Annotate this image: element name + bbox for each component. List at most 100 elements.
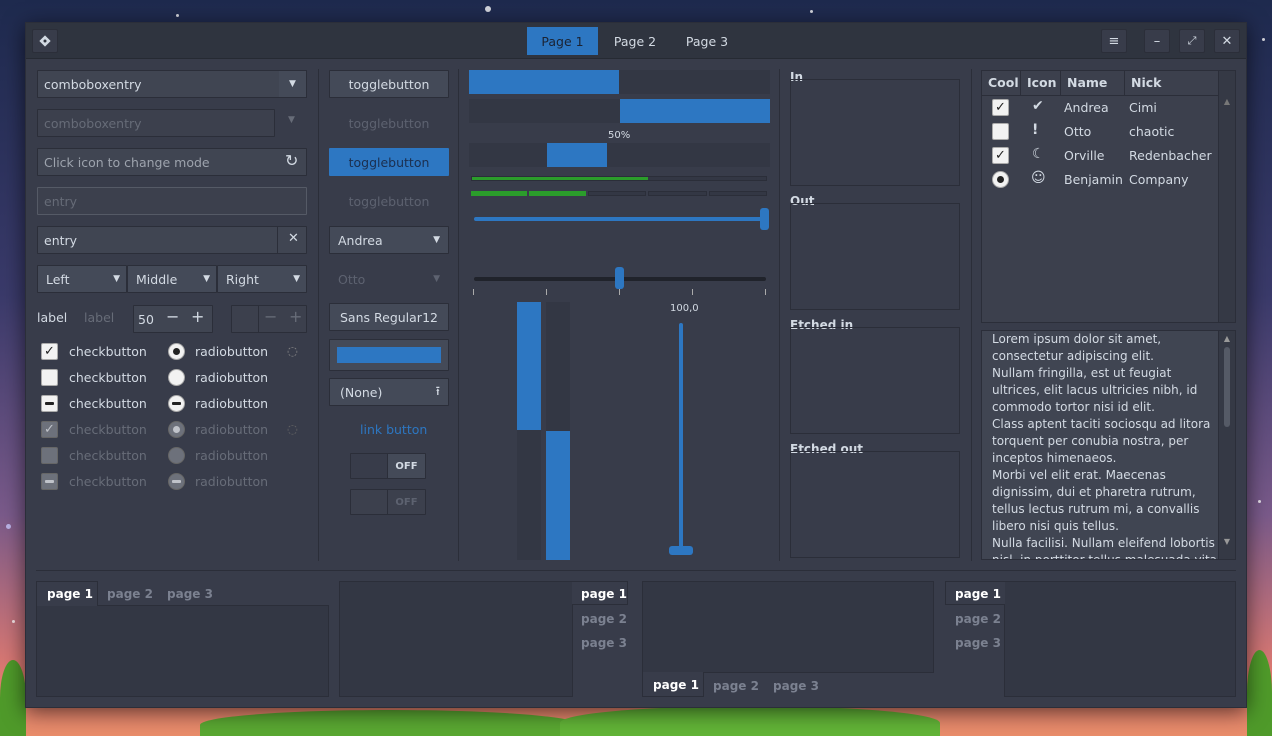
switch-off[interactable]: OFF <box>350 453 426 479</box>
notebook-tab-page-1[interactable]: page 1 <box>653 678 699 692</box>
radiobutton-label: radiobutton <box>195 344 269 359</box>
vertical-scale-handle[interactable] <box>669 546 693 555</box>
radio-selected[interactable] <box>168 343 185 360</box>
notebook-tab-page-2[interactable]: page 2 <box>955 612 1001 626</box>
notebook-tab-page-3[interactable]: page 3 <box>955 636 1001 650</box>
combobox-entry[interactable]: comboboxentry <box>37 70 307 98</box>
text-view-line: tellus lectus rutrum mi, a convallis <box>992 502 1200 516</box>
app-menu-button[interactable] <box>32 29 58 53</box>
vertical-scale[interactable] <box>679 323 683 551</box>
combobox-andrea[interactable]: Andrea ▼ <box>329 226 449 254</box>
radio-unselected[interactable] <box>168 369 185 386</box>
maximize-button[interactable]: ⤢ <box>1179 29 1205 53</box>
minus-icon: − <box>264 307 278 326</box>
tree-checkbox-checked[interactable]: ✓ <box>992 99 1009 116</box>
tab-page-1[interactable]: Page 1 <box>527 27 598 55</box>
segment-left[interactable]: Left ▼ <box>37 265 127 293</box>
segment-right[interactable]: Right ▼ <box>217 265 307 293</box>
color-button[interactable] <box>329 339 449 371</box>
label-disabled: label <box>84 310 115 325</box>
scale-slider-handle[interactable] <box>615 267 624 289</box>
notebook-tab-page-3[interactable]: page 3 <box>773 679 819 693</box>
plus-icon[interactable]: + <box>191 307 204 326</box>
radio-unselected-disabled <box>168 447 185 464</box>
notebook-tab-page-1[interactable]: page 1 <box>47 587 93 601</box>
notebook-top-pane <box>36 605 329 697</box>
hamburger-icon: ≡ <box>1108 33 1120 49</box>
frame-in <box>790 79 960 186</box>
segment-middle[interactable]: Middle ▼ <box>127 265 217 293</box>
text-view[interactable]: Lorem ipsum dolor sit amet, consectetur a… <box>981 330 1236 560</box>
chevron-down-icon: ▼ <box>203 274 210 284</box>
label: label <box>37 310 68 325</box>
text-view-line: consectetur adipiscing elit. <box>992 349 1154 363</box>
mode-entry[interactable]: Click icon to change mode <box>37 148 307 176</box>
chevron-down-icon: ▼ <box>288 115 295 125</box>
combobox-dropdown-button[interactable]: ▼ <box>279 70 307 98</box>
tree-checkbox-checked[interactable]: ✓ <box>992 147 1009 164</box>
togglebutton-active[interactable]: togglebutton <box>329 148 449 176</box>
combobox-entry-disabled: comboboxentry <box>37 109 275 137</box>
text-view-line: torquent per conubia nostra, per <box>992 434 1189 448</box>
notebook-tab-page-2[interactable]: page 2 <box>107 587 153 601</box>
checkbox-inconsistent[interactable] <box>41 395 58 412</box>
link-button[interactable]: link button <box>360 422 427 437</box>
chevron-down-icon: ▼ <box>113 274 120 284</box>
scale-slider-handle[interactable] <box>760 208 769 230</box>
minimize-icon: – <box>1153 33 1161 49</box>
refresh-icon[interactable]: ↻ <box>285 151 298 170</box>
checkbutton-label: checkbutton <box>69 370 147 385</box>
file-chooser-button[interactable]: (None) ⭱ <box>329 378 449 406</box>
notebook-tab-page-1[interactable]: page 1 <box>955 587 1001 601</box>
togglebutton[interactable]: togglebutton <box>329 70 449 98</box>
horizontal-scale[interactable] <box>474 217 766 221</box>
notebook-tab-page-3[interactable]: page 3 <box>167 587 213 601</box>
progress-trough <box>469 70 770 94</box>
tab-page-2[interactable]: Page 2 <box>600 27 670 55</box>
tree-checkbox-unchecked[interactable] <box>992 123 1009 140</box>
color-swatch <box>337 347 441 363</box>
progress-pulse-trough <box>469 143 770 167</box>
notebook-tab-page-1[interactable]: page 1 <box>581 587 627 601</box>
column-header-nick[interactable]: Nick <box>1125 71 1218 95</box>
notebook-tab-page-3[interactable]: page 3 <box>581 636 627 650</box>
column-header-name[interactable]: Name <box>1061 71 1125 95</box>
column-header-icon[interactable]: Icon <box>1021 71 1061 95</box>
check-circle-icon: ✔ <box>1032 98 1044 114</box>
entry-with-clear[interactable]: entry <box>37 226 307 254</box>
vertical-progress-trough <box>546 302 570 560</box>
scrollbar-thumb[interactable] <box>1224 347 1230 427</box>
close-button[interactable]: ✕ <box>1214 29 1240 53</box>
minimize-button[interactable]: – <box>1144 29 1170 53</box>
frame-out <box>790 203 960 310</box>
level-bar <box>471 176 767 181</box>
entry-disabled: entry <box>37 187 307 215</box>
tab-page-3[interactable]: Page 3 <box>672 27 742 55</box>
checkbox-checked[interactable]: ✓ <box>41 343 58 360</box>
diamond-icon <box>39 35 51 47</box>
tree-scrollbar[interactable]: ▲ <box>1218 71 1235 322</box>
text-view-line: Nullam fringilla, est ut feugiat <box>992 366 1172 380</box>
minus-icon[interactable]: − <box>166 307 179 326</box>
tree-cell-nick: Company <box>1129 172 1189 187</box>
clear-icon[interactable]: ✕ <box>288 231 299 246</box>
chevron-down-icon: ▼ <box>293 274 300 284</box>
radio-inconsistent[interactable] <box>168 395 185 412</box>
checkbutton-label: checkbutton <box>69 422 147 437</box>
radiobutton-label: radiobutton <box>195 474 269 489</box>
maximize-icon: ⤢ <box>1187 34 1197 47</box>
column-header-cool[interactable]: Cool <box>982 71 1021 95</box>
checkbox-unchecked[interactable] <box>41 369 58 386</box>
tree-view[interactable]: Cool Icon Name Nick ▲ ✓ ✔ Andrea Cimi ! … <box>981 70 1236 323</box>
togglebutton-disabled: togglebutton <box>348 193 430 209</box>
moon-icon: ☾ <box>1032 146 1045 162</box>
text-view-line: Class aptent taciti sociosqu ad litora <box>992 417 1211 431</box>
tree-radio[interactable] <box>992 171 1009 188</box>
notebook-tab-page-2[interactable]: page 2 <box>713 679 759 693</box>
text-view-line: Nulla facilisi. Nullam eleifend lobortis <box>992 536 1215 550</box>
text-scrollbar[interactable]: ▲ ▼ <box>1218 331 1235 559</box>
font-button[interactable]: Sans Regular 12 <box>329 303 449 331</box>
switch-off-disabled: OFF <box>350 489 426 515</box>
hamburger-menu-button[interactable]: ≡ <box>1101 29 1127 53</box>
notebook-tab-page-2[interactable]: page 2 <box>581 612 627 626</box>
